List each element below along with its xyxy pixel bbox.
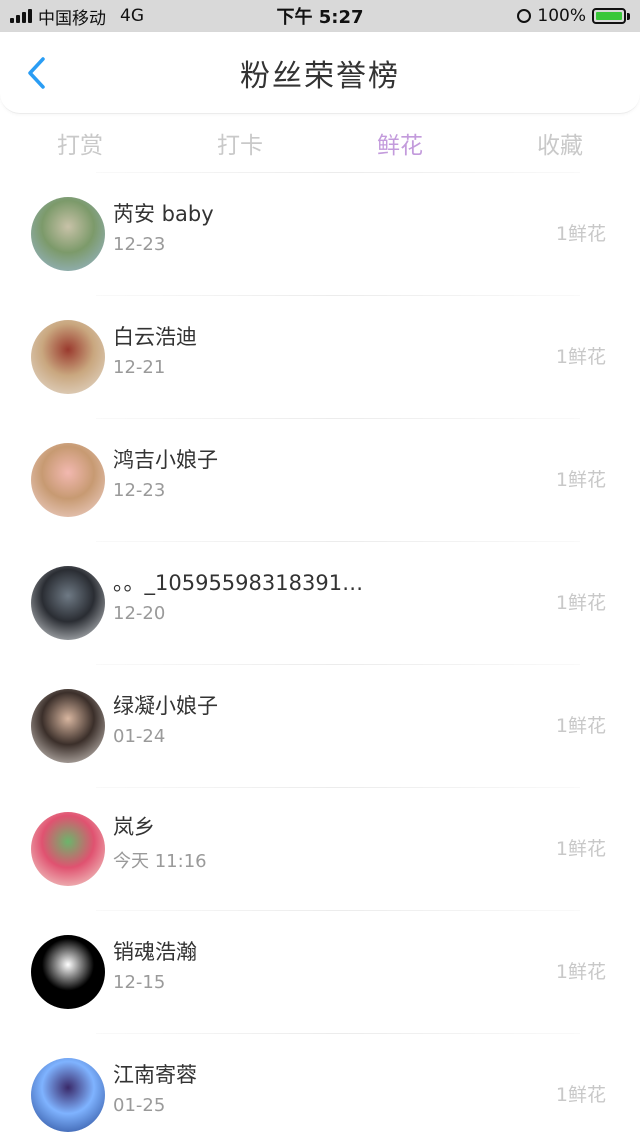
list-item[interactable]: 芮安 baby 12-23 1鲜花 [0,172,640,295]
avatar[interactable] [31,811,105,886]
flower-count: 1鲜花 [555,346,606,368]
battery-percent: 100% [537,6,586,26]
tab-3[interactable]: 收藏 [480,126,640,160]
fan-name: 。。_105955983183915... [113,571,373,595]
fan-name: 销魂浩瀚 [113,940,197,964]
tab-2[interactable]: 鲜花 [320,126,480,160]
flower-count: 1鲜花 [555,469,606,491]
fan-name: 江南寄蓉 [113,1063,197,1087]
flower-count: 1鲜花 [555,961,606,983]
fan-time: 12-20 [113,603,166,624]
fan-name: 岚乡 [113,814,155,839]
tab-1[interactable]: 打卡 [160,126,320,160]
back-button[interactable] [22,57,52,89]
status-bar: 中国移动 4G 下午 5:27 100% [0,0,640,32]
flower-count: 1鲜花 [555,223,606,245]
list-item[interactable]: 销魂浩瀚 12-15 1鲜花 [0,910,640,1033]
avatar[interactable] [31,442,105,517]
navigation-bar: 粉丝荣誉榜 [0,32,640,114]
fan-time: 12-23 [113,234,166,255]
list-item[interactable]: 江南寄蓉 01-25 1鲜花 [0,1033,640,1138]
flower-count: 1鲜花 [555,838,606,860]
signal-icon [10,9,32,23]
avatar[interactable] [31,196,105,271]
fan-name: 绿凝小娘子 [113,694,218,718]
list-item[interactable]: 绿凝小娘子 01-24 1鲜花 [0,664,640,787]
fan-list: 芮安 baby 12-23 1鲜花 白云浩迪 12-21 1鲜花 鸿吉小娘子 12-23 1鲜花… [0,172,640,1138]
list-item[interactable]: 鸿吉小娘子 12-23 1鲜花 [0,418,640,541]
chevron-left-icon [28,57,45,89]
tab-0[interactable]: 打赏 [0,126,160,160]
fan-time: 01-25 [113,1095,166,1116]
fan-name: 芮安 baby [113,202,214,226]
alarm-icon [517,9,532,23]
clock: 下午 5:27 [276,7,364,28]
list-item[interactable]: 白云浩迪 12-21 1鲜花 [0,295,640,418]
avatar[interactable] [31,1057,105,1132]
fan-name: 鸿吉小娘子 [113,448,218,472]
list-item[interactable]: 。。_105955983183915... 12-20 1鲜花 [0,541,640,664]
avatar[interactable] [31,934,105,1009]
fan-time: 12-21 [113,357,166,378]
avatar[interactable] [31,319,105,394]
avatar[interactable] [31,688,105,763]
battery-icon [591,8,630,24]
fan-time: 今天 11:16 [113,850,207,872]
fan-time: 12-15 [113,972,166,993]
page-title: 粉丝荣誉榜 [240,58,400,94]
flower-count: 1鲜花 [555,592,606,614]
fan-time: 01-24 [113,726,166,747]
tab-bar: 打赏 打卡 鲜花 收藏 [0,114,640,172]
carrier: 中国移动 [38,8,106,29]
fan-name: 白云浩迪 [113,325,197,349]
list-item[interactable]: 岚乡今天 11:16 1鲜花 [0,787,640,910]
flower-count: 1鲜花 [555,715,606,737]
flower-count: 1鲜花 [555,1084,606,1106]
fan-time: 12-23 [113,480,166,501]
network-type: 4G [120,6,144,26]
avatar[interactable] [31,565,105,640]
